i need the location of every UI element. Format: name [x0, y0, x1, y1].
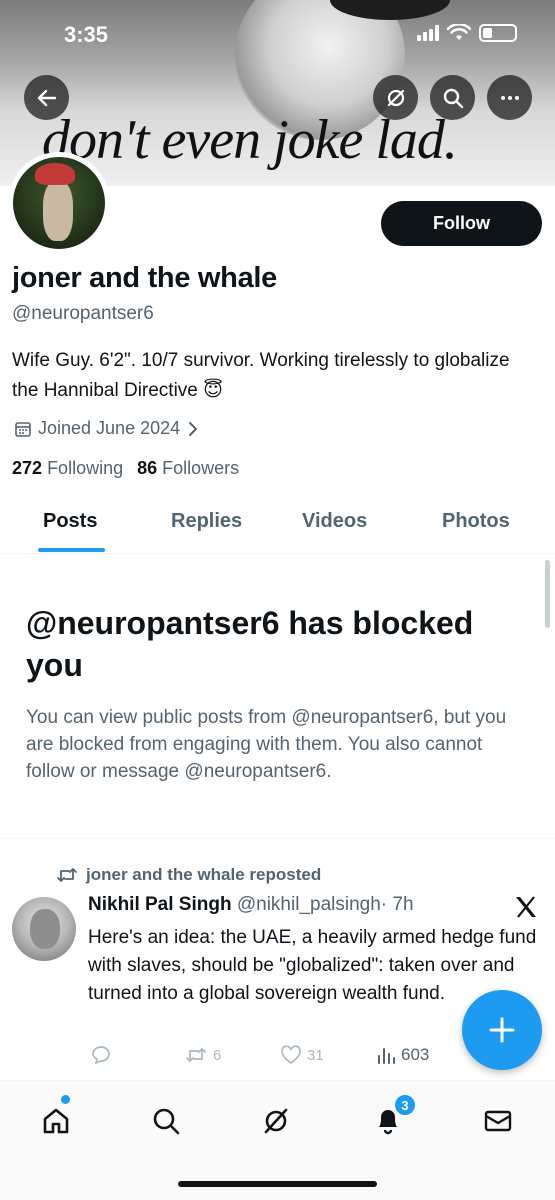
blocked-title: @neuropantser6 has blocked you — [26, 605, 474, 683]
blocked-message: You can view public posts from @neuropan… — [26, 707, 507, 782]
post-text: Here's an idea: the UAE, a heavily armed… — [88, 927, 537, 1004]
active-tab-indicator — [38, 548, 105, 552]
joined-date[interactable]: Joined June 2024 — [14, 418, 200, 439]
tab-replies[interactable]: Replies — [171, 510, 242, 533]
post-time: · 7h — [380, 894, 414, 915]
follow-stats: 272 Following 86 Followers — [12, 458, 239, 479]
tab-posts[interactable]: Posts — [43, 510, 97, 533]
notifications-badge: 3 — [393, 1093, 417, 1117]
repost-indicator[interactable]: joner and the whale reposted — [56, 865, 321, 885]
home-icon — [43, 1108, 69, 1134]
repost-count: 6 — [213, 1046, 222, 1064]
search-icon — [443, 88, 463, 108]
followers-label: Followers — [162, 458, 240, 478]
battery-icon — [479, 24, 517, 42]
status-icons — [417, 24, 517, 42]
repost-icon — [186, 1047, 206, 1063]
repost-icon — [57, 868, 77, 882]
divider — [0, 838, 555, 839]
avatar-mushroom-cap — [35, 163, 75, 185]
following-label: Following — [47, 458, 124, 478]
views-icon — [378, 1048, 395, 1064]
views-button[interactable]: 603 — [376, 1045, 429, 1065]
following-link[interactable]: 272 Following — [12, 458, 123, 479]
nav-messages[interactable] — [478, 1101, 518, 1141]
profile-tabs: Posts Replies Videos Photos — [0, 496, 555, 554]
reply-icon — [92, 1046, 110, 1065]
nav-home[interactable] — [36, 1101, 76, 1141]
tab-photos[interactable]: Photos — [442, 510, 510, 533]
post-header: Nikhil Pal Singh @nikhil_palsingh· 7h — [88, 894, 414, 916]
heart-icon — [281, 1045, 301, 1065]
joined-text: Joined June 2024 — [38, 418, 181, 438]
home-unread-dot — [61, 1095, 70, 1104]
signal-icon — [417, 25, 439, 41]
profile-bio: Wife Guy. 6'2". 10/7 survivor. Working t… — [12, 350, 510, 401]
more-button[interactable] — [487, 75, 532, 120]
scrollbar[interactable] — [545, 560, 550, 628]
more-horizontal-icon — [500, 95, 519, 100]
grok-icon — [387, 89, 404, 106]
post-author-name[interactable]: Nikhil Pal Singh — [88, 894, 232, 915]
post-author-avatar[interactable] — [12, 897, 76, 961]
search-icon — [153, 1108, 180, 1135]
nav-grok[interactable] — [256, 1101, 296, 1141]
status-time: 3:35 — [64, 22, 109, 47]
views-count: 603 — [401, 1045, 430, 1064]
profile-avatar[interactable] — [8, 152, 110, 254]
repost-button[interactable]: 6 — [184, 1046, 221, 1064]
like-count: 31 — [307, 1046, 324, 1064]
profile-name: joner and the whale — [12, 262, 278, 294]
back-button[interactable] — [24, 75, 69, 120]
x-logo-icon — [516, 896, 536, 918]
plus-icon — [489, 1017, 515, 1043]
grok-icon — [264, 1108, 288, 1134]
chevron-right-icon — [189, 421, 198, 436]
grok-button[interactable] — [373, 75, 418, 120]
follow-button[interactable]: Follow — [381, 201, 542, 246]
tab-videos[interactable]: Videos — [302, 510, 367, 533]
search-button[interactable] — [430, 75, 475, 120]
profile-handle: @neuropantser6 — [12, 303, 154, 324]
like-button[interactable]: 31 — [280, 1045, 324, 1065]
reply-button[interactable] — [90, 1045, 117, 1065]
nav-search[interactable] — [146, 1101, 186, 1141]
calendar-icon — [15, 421, 31, 437]
home-indicator — [178, 1181, 377, 1187]
mail-icon — [484, 1110, 512, 1132]
post-author-handle[interactable]: @nikhil_palsingh — [237, 894, 381, 915]
arrow-left-icon — [37, 89, 56, 106]
followers-link[interactable]: 86 Followers — [137, 458, 239, 479]
following-count: 272 — [12, 458, 43, 478]
avatar-figure — [43, 181, 73, 241]
repost-label: joner and the whale reposted — [86, 865, 322, 884]
followers-count: 86 — [137, 458, 158, 478]
wifi-icon — [447, 24, 471, 40]
avatar-face — [30, 909, 60, 949]
compose-button[interactable] — [462, 990, 542, 1070]
